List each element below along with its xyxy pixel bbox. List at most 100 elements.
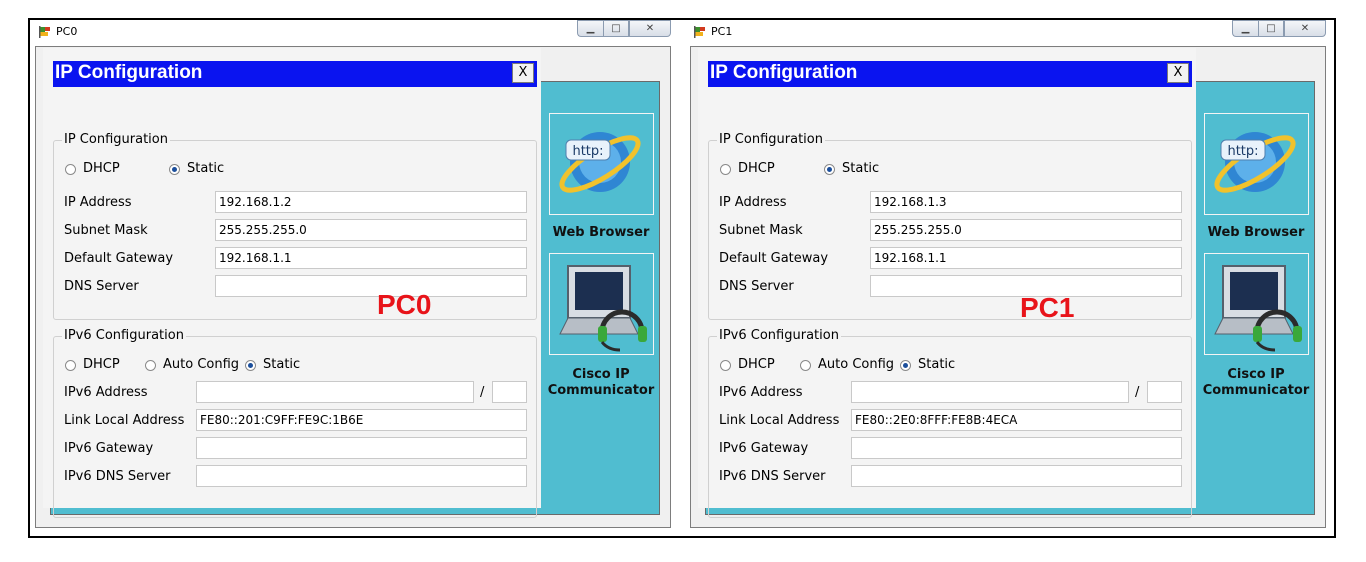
ipv4-dhcp-radio[interactable] [65, 164, 76, 175]
close-window-button[interactable]: ✕ [1284, 20, 1326, 37]
subnet-mask-label: Subnet Mask [719, 223, 803, 238]
subnet-mask-input[interactable]: 255.255.255.0 [215, 219, 527, 241]
ipv6-dhcp-label: DHCP [83, 357, 120, 372]
ipv6-address-label: IPv6 Address [719, 385, 803, 400]
ipv4-dhcp-label: DHCP [83, 161, 120, 176]
default-gateway-input[interactable]: 192.168.1.1 [870, 247, 1182, 269]
ipv6-address-input[interactable] [851, 381, 1129, 403]
ipv6-address-input[interactable] [196, 381, 474, 403]
dialog-title: IP Configuration [710, 62, 858, 83]
dns-server-label: DNS Server [719, 279, 794, 294]
browser-icon-text: http: [572, 144, 603, 159]
prefix-separator: / [480, 385, 485, 400]
dialog-header: IP Configuration X [53, 61, 537, 87]
ip-address-label: IP Address [64, 195, 132, 210]
ipv6-static-radio[interactable] [900, 360, 911, 371]
ipv6-auto-config-label: Auto Config [163, 357, 240, 372]
minimize-button[interactable]: ▁ [1232, 20, 1258, 37]
dialog-header: IP Configuration X [708, 61, 1192, 87]
link-local-address-input[interactable]: FE80::201:C9FF:FE9C:1B6E [196, 409, 527, 431]
dialog-title: IP Configuration [55, 62, 203, 83]
default-gateway-label: Default Gateway [64, 251, 174, 266]
cisco-ip-communicator-tile[interactable] [549, 253, 654, 355]
ipv6-static-label: Static [263, 357, 301, 372]
prefix-separator: / [1135, 385, 1140, 400]
ipv4-static-radio[interactable] [169, 164, 180, 175]
web-browser-label: Web Browser [552, 225, 650, 240]
ipv6-address-label: IPv6 Address [64, 385, 148, 400]
maximize-button[interactable]: □ [603, 20, 629, 37]
web-browser-tile[interactable]: http: [549, 113, 654, 215]
dns-server-input[interactable] [215, 275, 527, 297]
link-local-address-label: Link Local Address [64, 413, 185, 428]
ip-config-dialog: IP Configuration X IP Configuration DHCP… [43, 48, 541, 518]
subnet-mask-input[interactable]: 255.255.255.0 [870, 219, 1182, 241]
window-frame: IP Configuration X IP Configuration DHCP… [690, 46, 1326, 528]
ipv4-dhcp-label: DHCP [738, 161, 775, 176]
ipv4-group-title: IP Configuration [62, 132, 170, 147]
cisco-ip-communicator-tile[interactable] [1204, 253, 1309, 355]
window-title: PC1 [711, 25, 733, 38]
cisco-ip-communicator-icon [1214, 265, 1302, 352]
ip-config-dialog: IP Configuration X IP Configuration DHCP… [698, 48, 1196, 518]
ipv6-config-group: IPv6 Configuration DHCP Auto Config Stat… [53, 328, 537, 518]
ipv6-dns-server-input[interactable] [851, 465, 1182, 487]
ipv6-dns-server-label: IPv6 DNS Server [719, 469, 826, 484]
ipv4-group-title: IP Configuration [717, 132, 825, 147]
ip-address-input[interactable]: 192.168.1.3 [870, 191, 1182, 213]
link-local-address-input[interactable]: FE80::2E0:8FFF:FE8B:4ECA [851, 409, 1182, 431]
default-gateway-label: Default Gateway [719, 251, 829, 266]
ipv6-prefix-input[interactable] [492, 381, 527, 403]
ip-address-input[interactable]: 192.168.1.2 [215, 191, 527, 213]
ipv4-static-label: Static [187, 161, 225, 176]
ipv6-gateway-label: IPv6 Gateway [64, 441, 154, 456]
ipv6-auto-config-radio[interactable] [800, 360, 811, 371]
dns-server-label: DNS Server [64, 279, 139, 294]
ipv6-group-title: IPv6 Configuration [62, 328, 186, 343]
window-title: PC0 [56, 25, 78, 38]
window-frame: IP Configuration X IP Configuration DHCP… [35, 46, 671, 528]
ipv6-auto-config-radio[interactable] [145, 360, 156, 371]
pc-overlay-label: PC1 [1020, 292, 1075, 323]
ipv6-gateway-label: IPv6 Gateway [719, 441, 809, 456]
cisco-ip-communicator-icon [559, 265, 647, 352]
ipv6-dns-server-input[interactable] [196, 465, 527, 487]
ipv6-gateway-input[interactable] [196, 437, 527, 459]
ipv6-prefix-input[interactable] [1147, 381, 1182, 403]
ipv4-static-label: Static [842, 161, 880, 176]
window-titlebar[interactable]: PC1 ▁ □ ✕ [685, 20, 1332, 44]
ipv4-dhcp-radio[interactable] [720, 164, 731, 175]
ip-address-label: IP Address [719, 195, 787, 210]
window-titlebar[interactable]: PC0 ▁ □ ✕ [30, 20, 677, 44]
ipv6-auto-config-label: Auto Config [818, 357, 895, 372]
cisco-ip-communicator-label: Cisco IP Communicator [547, 367, 655, 398]
ipv6-static-radio[interactable] [245, 360, 256, 371]
subnet-mask-label: Subnet Mask [64, 223, 148, 238]
dialog-close-button[interactable]: X [1167, 63, 1189, 83]
ipv4-static-radio[interactable] [824, 164, 835, 175]
minimize-button[interactable]: ▁ [577, 20, 603, 37]
web-browser-tile[interactable]: http: [1204, 113, 1309, 215]
ipv6-group-title: IPv6 Configuration [717, 328, 841, 343]
ipv6-static-label: Static [918, 357, 956, 372]
cisco-ip-communicator-label: Cisco IP Communicator [1202, 367, 1310, 398]
pc-overlay-label: PC0 [377, 289, 432, 320]
packet-tracer-pc-icon [694, 26, 705, 38]
maximize-button[interactable]: □ [1258, 20, 1284, 37]
packet-tracer-pc-icon [39, 26, 50, 38]
ipv6-dhcp-radio[interactable] [65, 360, 76, 371]
pc0-window: PC0 ▁ □ ✕ IP Configuration X IP Configur… [30, 20, 677, 530]
web-browser-label: Web Browser [1207, 225, 1305, 240]
pc1-window: PC1 ▁ □ ✕ IP Configuration X IP Configur… [685, 20, 1332, 530]
web-browser-icon: http: [1214, 132, 1296, 193]
ipv6-dhcp-radio[interactable] [720, 360, 731, 371]
close-window-button[interactable]: ✕ [629, 20, 671, 37]
ipv6-config-group: IPv6 Configuration DHCP Auto Config Stat… [708, 328, 1192, 518]
default-gateway-input[interactable]: 192.168.1.1 [215, 247, 527, 269]
browser-icon-text: http: [1227, 144, 1258, 159]
web-browser-icon: http: [559, 132, 641, 193]
ipv6-gateway-input[interactable] [851, 437, 1182, 459]
ipv4-config-group: IP Configuration DHCP Static IP Address … [708, 132, 1192, 320]
ipv4-config-group: IP Configuration DHCP Static IP Address … [53, 132, 537, 320]
dialog-close-button[interactable]: X [512, 63, 534, 83]
